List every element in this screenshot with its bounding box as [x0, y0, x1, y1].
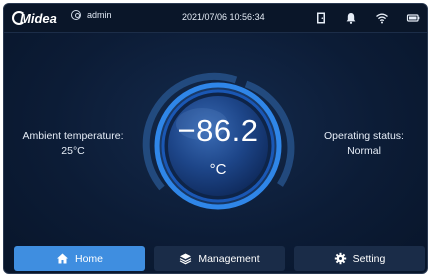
status-bar: Midea admin 2021/07/06 10:56:34 [4, 4, 427, 33]
temperature-value: −86.2 [177, 113, 259, 148]
ambient-temperature: Ambient temperature: 25°C [13, 129, 133, 159]
nav-home-label: Home [74, 252, 103, 265]
ambient-temperature-label: Ambient temperature: [22, 130, 124, 142]
temperature-unit: °C [209, 161, 227, 178]
door-icon[interactable] [314, 11, 328, 25]
nav-home-button[interactable]: Home [14, 246, 145, 271]
nav-management-button[interactable]: Management [154, 246, 285, 271]
app-frame: Midea admin 2021/07/06 10:56:34 Ambient … [3, 3, 428, 274]
user-account[interactable]: admin [71, 10, 112, 20]
bell-icon[interactable] [344, 11, 358, 25]
nav-management-label: Management [198, 252, 260, 265]
operating-status: Operating status: Normal [310, 129, 418, 159]
layers-icon [180, 253, 192, 265]
operating-status-value: Normal [347, 145, 381, 157]
gear-icon [334, 252, 346, 265]
nav-setting-button[interactable]: Setting [294, 246, 425, 271]
user-name: admin [87, 10, 112, 20]
nav-setting-label: Setting [352, 252, 386, 265]
datetime: 2021/07/06 10:56:34 [182, 12, 265, 22]
user-icon [71, 10, 81, 20]
logo-ring [12, 11, 26, 25]
brand-logo: Midea [12, 9, 57, 27]
ambient-temperature-value: 25°C [61, 145, 85, 157]
home-icon [56, 253, 68, 264]
battery-icon [406, 14, 420, 22]
wifi-icon[interactable] [375, 11, 389, 25]
operating-status-label: Operating status: [324, 130, 404, 142]
